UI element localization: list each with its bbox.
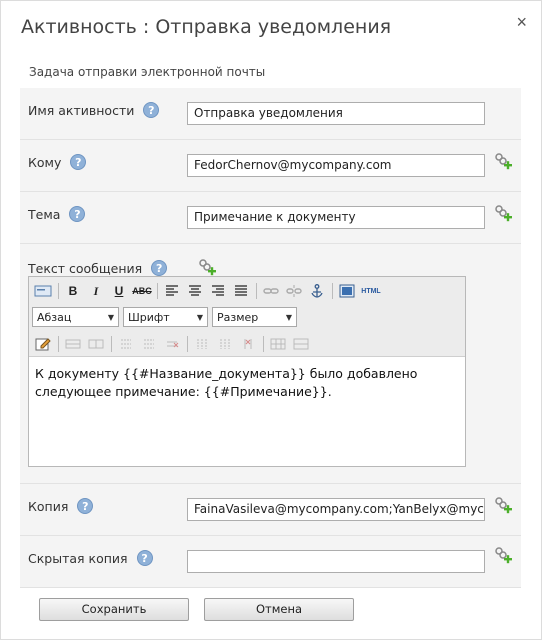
to-label: Кому <box>28 154 62 170</box>
size-select[interactable]: Размер ▼ <box>212 307 297 327</box>
row-subject: Тема ? Примечание к документу <box>20 192 521 244</box>
help-icon[interactable]: ? <box>143 102 160 118</box>
insert-variable-icon[interactable] <box>493 152 513 172</box>
help-icon[interactable]: ? <box>69 206 86 222</box>
italic-icon[interactable]: I <box>85 281 107 301</box>
dialog-subtitle: Задача отправки электронной почты <box>29 65 266 79</box>
col-insert-after-icon[interactable] <box>214 334 236 354</box>
row-bcc: Скрытая копия ? <box>20 536 521 588</box>
row-to: Кому ? FedorChernov@mycompany.com <box>20 140 521 192</box>
unlink-icon[interactable] <box>283 281 305 301</box>
split-cells-icon[interactable] <box>267 334 289 354</box>
cc-label: Копия <box>28 498 69 514</box>
message-line-2: следующее примечание: {{#Примечание}}. <box>35 384 332 399</box>
row-delete-icon[interactable] <box>161 334 183 354</box>
activity-dialog: Активность : Отправка уведомления × Зада… <box>0 0 542 640</box>
align-justify-icon[interactable] <box>230 281 252 301</box>
cancel-button[interactable]: Отмена <box>204 598 354 621</box>
activity-name-input[interactable]: Отправка уведомления <box>187 102 485 125</box>
fullscreen-icon[interactable] <box>336 281 358 301</box>
rich-text-editor: B I U ABC HTML Абзац ▼ Шрифт ▼ Размер ▼ … <box>28 276 466 467</box>
subject-input[interactable]: Примечание к документу <box>187 206 485 229</box>
source-icon[interactable] <box>32 281 54 301</box>
save-button[interactable]: Сохранить <box>39 598 189 621</box>
align-right-icon[interactable] <box>207 281 229 301</box>
help-icon[interactable]: ? <box>77 498 94 514</box>
editor-toolbar: B I U ABC HTML Абзац ▼ Шрифт ▼ Размер ▼ <box>29 277 465 357</box>
underline-icon[interactable]: U <box>108 281 130 301</box>
row-cc: Копия ? FainaVasileva@mycompany.com;YanB… <box>20 484 521 536</box>
align-left-icon[interactable] <box>161 281 183 301</box>
insert-variable-icon[interactable] <box>493 204 513 224</box>
edit-icon[interactable] <box>32 334 54 354</box>
col-delete-icon[interactable] <box>237 334 259 354</box>
cc-input[interactable]: FainaVasileva@mycompany.com;YanBelyx@myc… <box>187 498 485 521</box>
link-icon[interactable] <box>260 281 282 301</box>
dialog-title: Активность : Отправка уведомления <box>21 16 392 38</box>
insert-variable-icon[interactable] <box>493 496 513 516</box>
col-insert-before-icon[interactable] <box>191 334 213 354</box>
editor-content[interactable]: К документу {{#Название_документа}} было… <box>29 357 465 409</box>
table-row-icon[interactable] <box>62 334 84 354</box>
insert-variable-icon[interactable] <box>197 258 217 278</box>
activity-name-label: Имя активности <box>28 102 135 118</box>
anchor-icon[interactable] <box>306 281 328 301</box>
merge-cells-icon[interactable] <box>290 334 312 354</box>
bold-icon[interactable]: B <box>62 281 84 301</box>
bcc-input[interactable] <box>187 550 485 573</box>
subject-label: Тема <box>28 206 61 222</box>
strikethrough-icon[interactable]: ABC <box>131 281 153 301</box>
to-input[interactable]: FedorChernov@mycompany.com <box>187 154 485 177</box>
help-icon[interactable]: ? <box>70 154 87 170</box>
row-message: Текст сообщения ? B I U ABC HTML Абзац ▼… <box>20 244 521 484</box>
help-icon[interactable]: ? <box>151 260 168 276</box>
bcc-label: Скрытая копия <box>28 550 128 566</box>
message-line-1: К документу {{#Название_документа}} было… <box>35 366 418 381</box>
message-label: Текст сообщения <box>28 260 143 276</box>
html-icon[interactable]: HTML <box>359 281 383 301</box>
insert-variable-icon[interactable] <box>493 546 513 566</box>
help-icon[interactable]: ? <box>136 550 153 566</box>
font-select[interactable]: Шрифт ▼ <box>123 307 208 327</box>
row-insert-before-icon[interactable] <box>115 334 137 354</box>
table-cell-icon[interactable] <box>85 334 107 354</box>
align-center-icon[interactable] <box>184 281 206 301</box>
row-insert-after-icon[interactable] <box>138 334 160 354</box>
close-icon[interactable]: × <box>516 12 527 33</box>
row-activity-name: Имя активности ? Отправка уведомления <box>20 88 521 140</box>
format-select[interactable]: Абзац ▼ <box>32 307 119 327</box>
